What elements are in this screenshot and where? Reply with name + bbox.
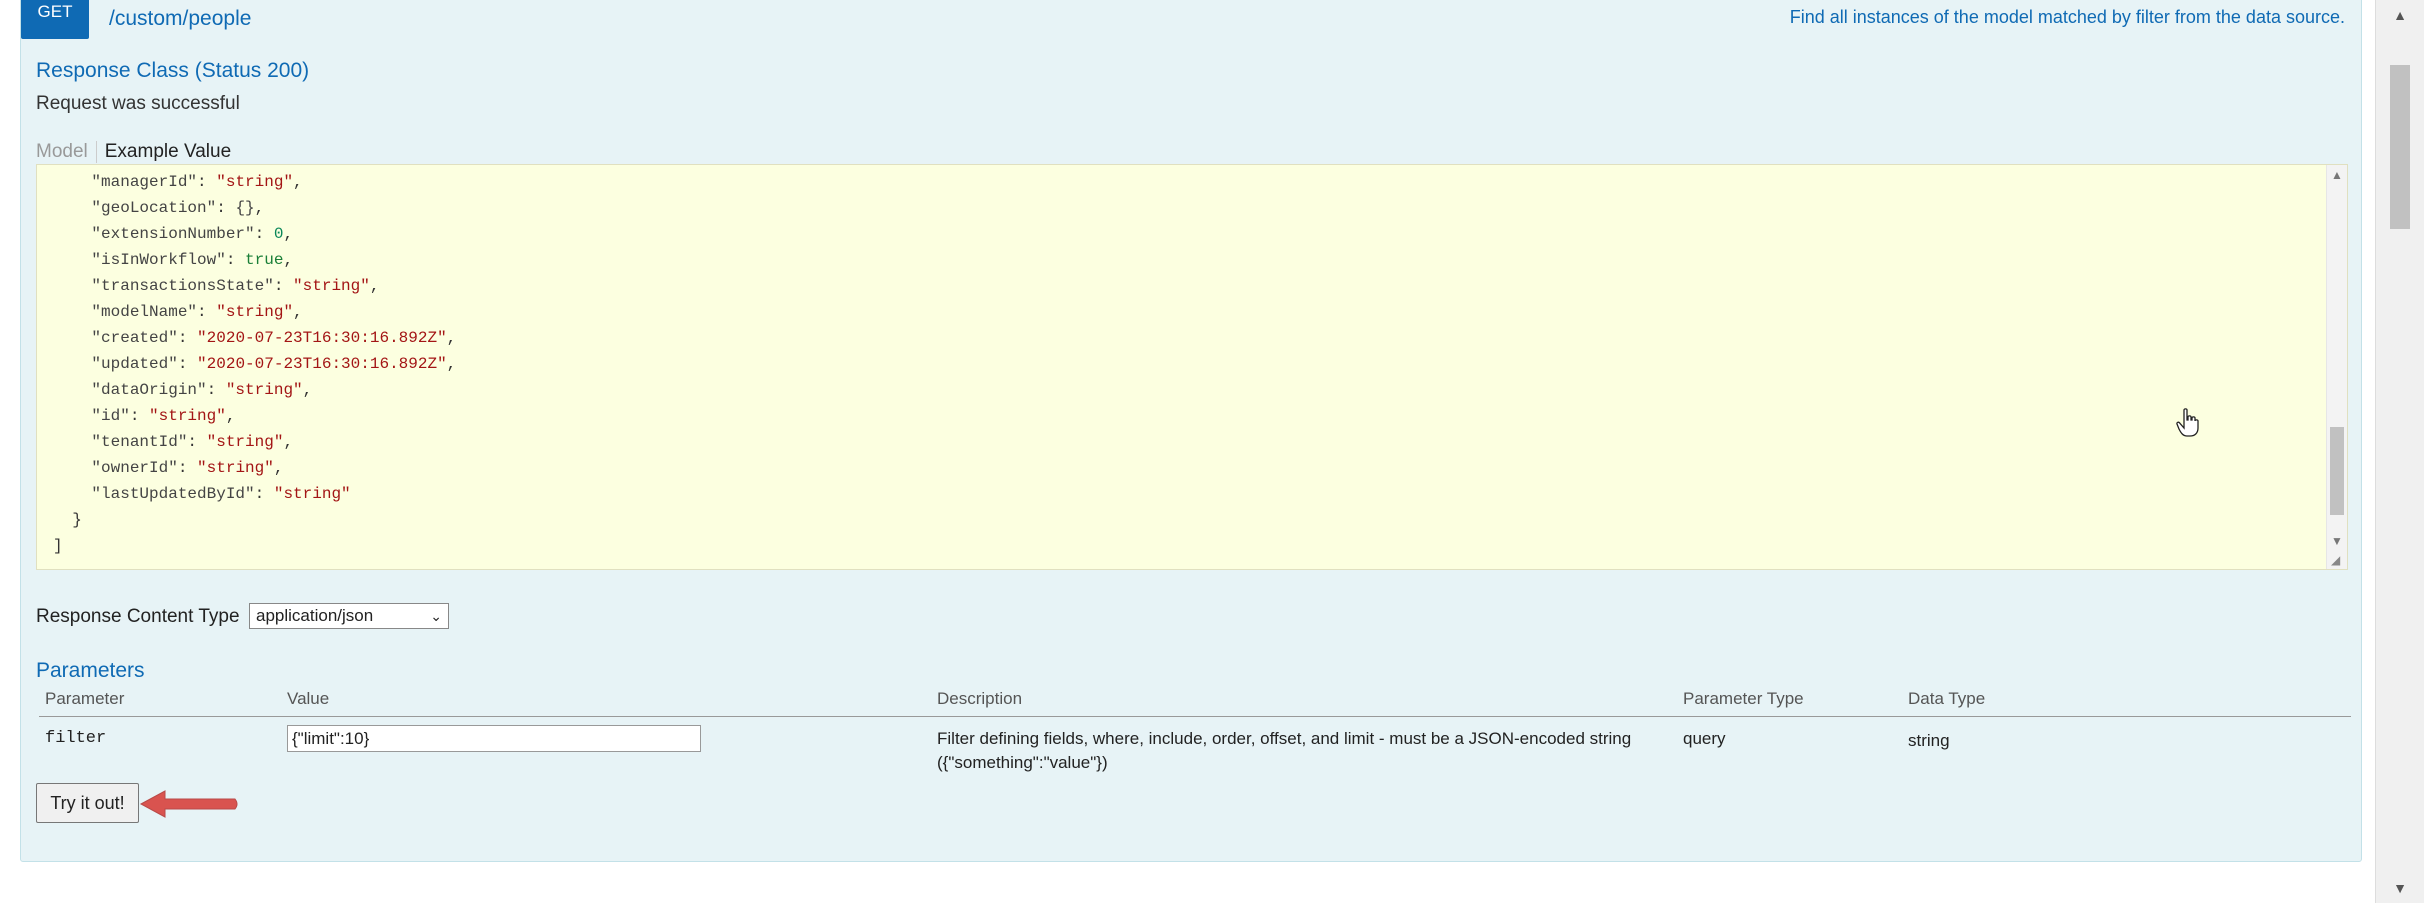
param-description-line1: Filter defining fields, where, include, … bbox=[937, 729, 1632, 748]
example-json: "managerId": "string", "geoLocation": {}… bbox=[53, 169, 456, 559]
json-line: "ownerId": "string", bbox=[91, 459, 284, 477]
signature-tabs: Model Example Value bbox=[36, 141, 231, 163]
json-value: true bbox=[245, 251, 284, 269]
header-divider bbox=[39, 716, 2351, 717]
tab-example-value[interactable]: Example Value bbox=[97, 141, 231, 163]
response-class-title: Response Class (Status 200) bbox=[36, 59, 310, 82]
code-scrollbar[interactable]: ▲ ▼ bbox=[2326, 165, 2347, 569]
json-value: "2020-07-23T16:30:16.892Z" bbox=[197, 355, 447, 373]
parameters-title: Parameters bbox=[36, 659, 145, 682]
response-content-type-label: Response Content Type bbox=[36, 606, 240, 627]
operation-summary[interactable]: Find all instances of the model matched … bbox=[1790, 7, 2345, 28]
json-value: "string" bbox=[293, 277, 370, 295]
json-key: "ownerId" bbox=[91, 459, 178, 477]
param-description-line2: ({"something":"value"}) bbox=[937, 753, 1108, 772]
json-line: "transactionsState": "string", bbox=[91, 277, 380, 295]
param-name: filter bbox=[45, 729, 107, 748]
json-key: "updated" bbox=[91, 355, 178, 373]
response-message: Request was successful bbox=[36, 93, 240, 114]
resize-grip-icon[interactable]: ◢ bbox=[2331, 553, 2345, 567]
param-type: query bbox=[1683, 729, 1726, 748]
example-value-code-box[interactable]: "managerId": "string", "geoLocation": {}… bbox=[36, 164, 2348, 570]
json-key: "created" bbox=[91, 329, 178, 347]
json-line: "lastUpdatedById": "string" bbox=[91, 485, 351, 503]
json-key: "geoLocation" bbox=[91, 199, 217, 217]
json-line: "created": "2020-07-23T16:30:16.892Z", bbox=[91, 329, 457, 347]
tab-model[interactable]: Model bbox=[36, 141, 97, 163]
json-close-bracket: } bbox=[72, 511, 82, 529]
json-value: {} bbox=[235, 199, 255, 217]
json-key: "lastUpdatedById" bbox=[91, 485, 255, 503]
json-line: "isInWorkflow": true, bbox=[91, 251, 294, 269]
red-arrow-icon bbox=[139, 790, 238, 818]
swagger-page: GET /custom/people Find all instances of… bbox=[0, 0, 2376, 903]
json-value: "string" bbox=[206, 433, 284, 451]
json-line: "managerId": "string", bbox=[91, 173, 303, 191]
try-it-out-button[interactable]: Try it out! bbox=[36, 783, 139, 823]
response-content-type-value: application/json bbox=[256, 606, 374, 625]
json-line: "dataOrigin": "string", bbox=[91, 381, 313, 399]
col-header-description: Description bbox=[937, 689, 1023, 708]
chevron-down-icon: ⌄ bbox=[430, 608, 442, 624]
json-value: "string" bbox=[149, 407, 226, 425]
col-header-data-type: Data Type bbox=[1908, 689, 1986, 708]
json-value: "string" bbox=[216, 303, 294, 321]
col-header-parameter: Parameter bbox=[45, 689, 125, 708]
code-scrollbar-thumb[interactable] bbox=[2330, 427, 2344, 515]
page-scrollbar[interactable]: ▲ ▼ bbox=[2375, 0, 2424, 903]
json-value: "string" bbox=[225, 381, 303, 399]
filter-value-input[interactable]: {"limit":10} bbox=[287, 725, 701, 752]
operation-path[interactable]: /custom/people bbox=[109, 7, 251, 31]
json-line: "extensionNumber": 0, bbox=[91, 225, 294, 243]
scroll-up-icon[interactable]: ▲ bbox=[2327, 165, 2347, 185]
json-key: "managerId" bbox=[91, 173, 198, 191]
http-method-badge[interactable]: GET bbox=[21, 0, 89, 39]
response-content-type-select[interactable]: application/json ⌄ bbox=[249, 603, 449, 629]
json-key: "transactionsState" bbox=[91, 277, 274, 295]
page-scrollbar-thumb[interactable] bbox=[2390, 65, 2410, 229]
json-line: "modelName": "string", bbox=[91, 303, 303, 321]
scroll-down-icon[interactable]: ▼ bbox=[2327, 531, 2347, 551]
json-value: 0 bbox=[273, 225, 284, 243]
json-key: "extensionNumber" bbox=[91, 225, 255, 243]
operation-heading[interactable]: GET /custom/people Find all instances of… bbox=[21, 0, 2361, 39]
page-scroll-down-icon[interactable]: ▼ bbox=[2376, 873, 2424, 903]
json-key: "modelName" bbox=[91, 303, 198, 321]
json-line: "id": "string", bbox=[91, 407, 236, 425]
page-scroll-up-icon[interactable]: ▲ bbox=[2376, 0, 2424, 30]
operation-panel: GET /custom/people Find all instances of… bbox=[20, 0, 2362, 862]
json-close-bracket: ] bbox=[53, 537, 63, 555]
json-value: "string" bbox=[273, 485, 351, 503]
json-line: "updated": "2020-07-23T16:30:16.892Z", bbox=[91, 355, 457, 373]
json-key: "isInWorkflow" bbox=[91, 251, 226, 269]
hand-pointer-icon bbox=[2176, 408, 2199, 437]
param-data-type: string bbox=[1908, 731, 1950, 750]
json-key: "dataOrigin" bbox=[91, 381, 207, 399]
col-header-parameter-type: Parameter Type bbox=[1683, 689, 1804, 708]
col-header-value: Value bbox=[287, 689, 330, 708]
json-value: "string" bbox=[197, 459, 274, 477]
json-key: "tenantId" bbox=[91, 433, 188, 451]
json-key: "id" bbox=[91, 407, 130, 425]
json-line: "tenantId": "string", bbox=[91, 433, 294, 451]
json-value: "string" bbox=[216, 173, 294, 191]
json-value: "2020-07-23T16:30:16.892Z" bbox=[197, 329, 447, 347]
json-line: "geoLocation": {}, bbox=[91, 199, 265, 217]
